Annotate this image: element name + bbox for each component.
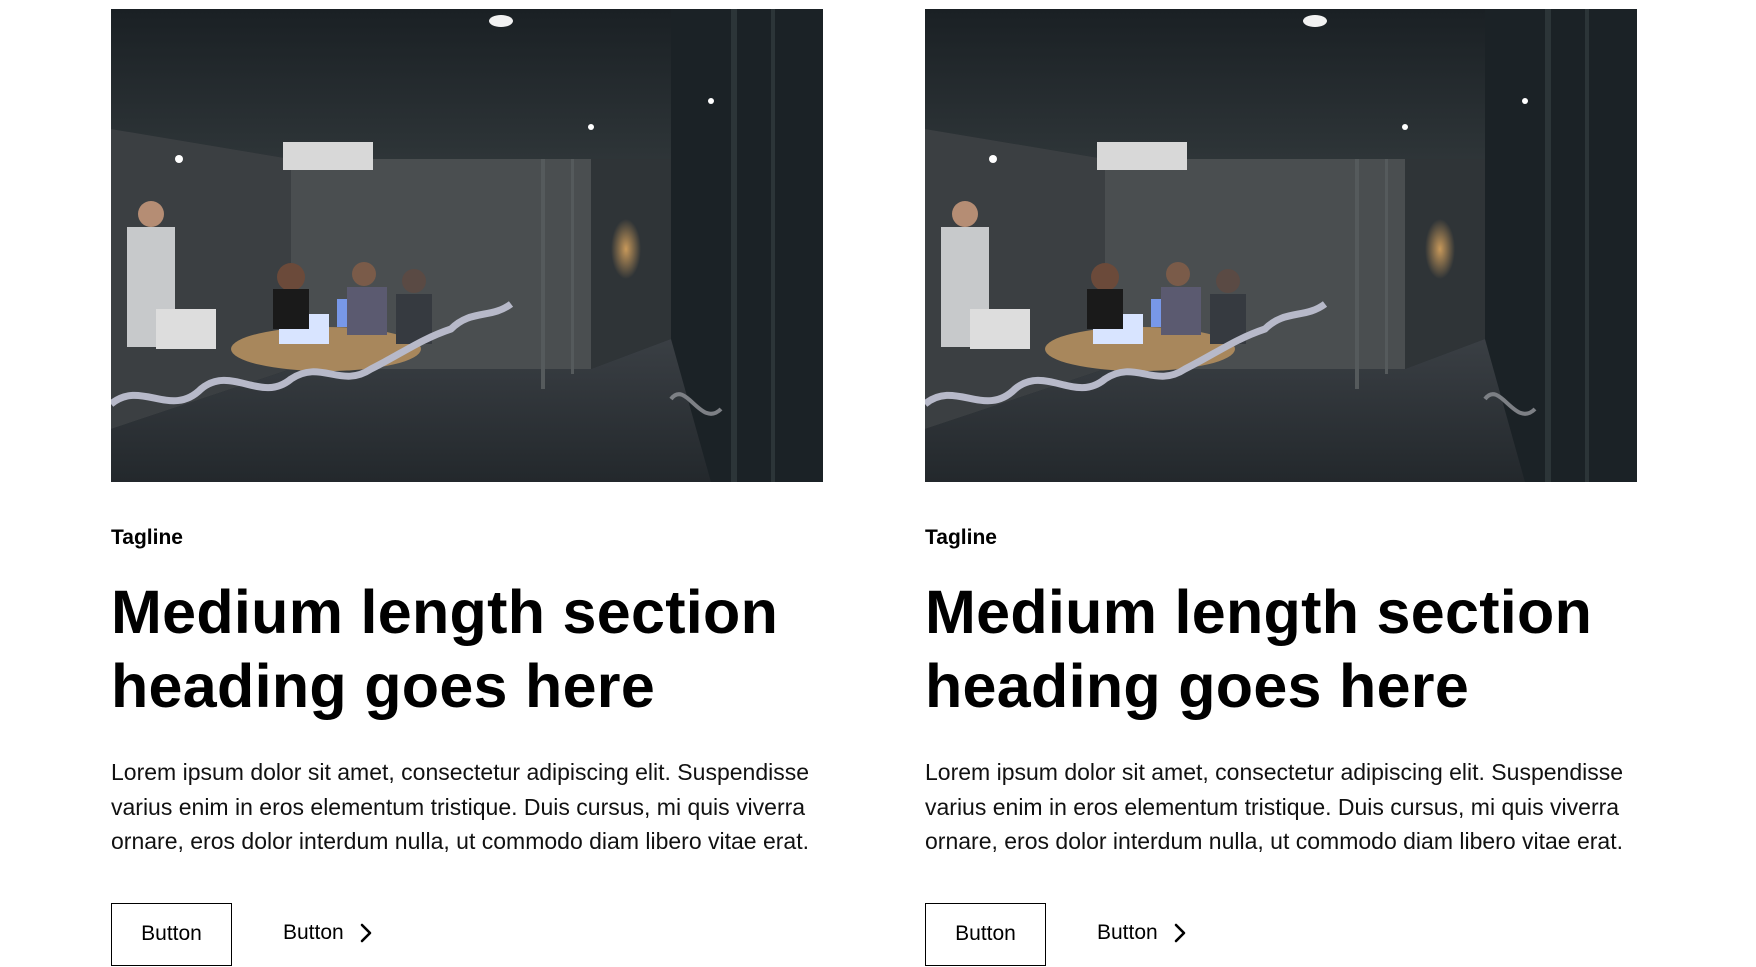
tagline: Tagline	[111, 526, 183, 549]
feature-card-left: Tagline Medium length section heading go…	[111, 9, 823, 966]
link-button-label: Button	[283, 921, 344, 944]
link-button[interactable]: Button	[1097, 902, 1186, 965]
section-heading: Medium length section heading goes here	[925, 578, 1593, 720]
action-row: Button Button	[925, 902, 1637, 966]
feature-section: Tagline Medium length section heading go…	[0, 0, 1756, 967]
body-text: Lorem ipsum dolor sit amet, consectetur …	[111, 759, 810, 854]
link-button[interactable]: Button	[283, 902, 372, 965]
body-text: Lorem ipsum dolor sit amet, consectetur …	[925, 759, 1624, 854]
chevron-right-icon	[1174, 923, 1186, 943]
chevron-right-icon	[360, 923, 372, 943]
primary-button[interactable]: Button	[111, 902, 232, 966]
section-heading: Medium length section heading goes here	[111, 578, 779, 720]
meeting-room-image	[111, 9, 823, 482]
tagline: Tagline	[925, 526, 997, 549]
action-row: Button Button	[111, 902, 823, 966]
meeting-room-image	[925, 9, 1637, 482]
feature-card-right: Tagline Medium length section heading go…	[925, 9, 1637, 966]
link-button-label: Button	[1097, 921, 1158, 944]
primary-button[interactable]: Button	[925, 902, 1046, 966]
